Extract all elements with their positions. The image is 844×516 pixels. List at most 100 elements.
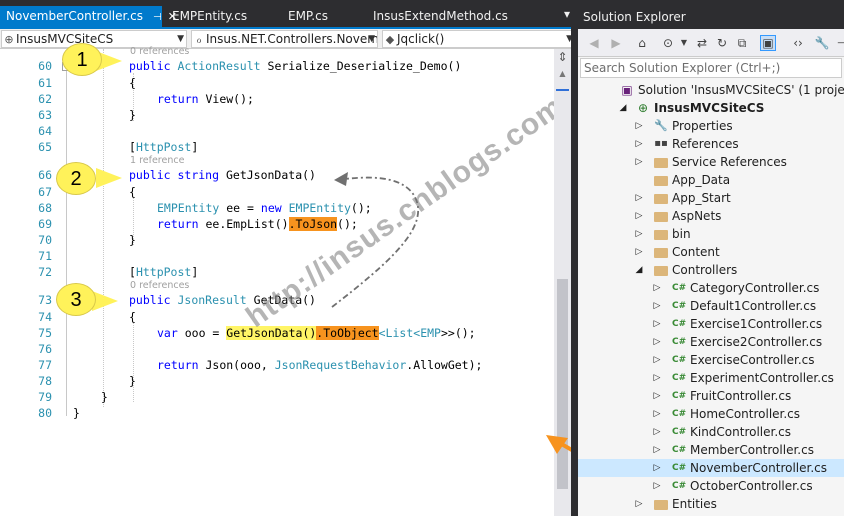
tree-item[interactable]: ▷ C# KindController.cs xyxy=(578,423,844,441)
view-code-icon[interactable]: ‹› xyxy=(790,35,806,51)
class-dropdown-value: Insus.NET.Controllers.Novem xyxy=(206,32,378,46)
home-icon[interactable]: ⌂ xyxy=(634,35,650,51)
tree-item[interactable]: App_Data xyxy=(578,171,844,189)
show-all-files-icon[interactable]: ▣ xyxy=(760,35,776,51)
pin-icon[interactable]: ⊣ xyxy=(153,12,162,23)
tree-item[interactable]: ▷ Service References xyxy=(578,153,844,171)
code-line-72: [HttpPost] xyxy=(129,265,199,279)
method-icon: ◆ xyxy=(385,33,395,46)
collapsed-chevron-icon[interactable]: ▷ xyxy=(652,315,662,333)
tree-item[interactable]: ▷ App_Start xyxy=(578,189,844,207)
tab-november-controller[interactable]: NovemberController.cs ⊣ ✕ xyxy=(0,6,177,27)
tree-item[interactable]: ▷ C# HomeController.cs xyxy=(578,405,844,423)
collapsed-chevron-icon[interactable]: ▷ xyxy=(634,243,644,261)
folder-icon xyxy=(654,500,668,510)
csharp-file-icon: C# xyxy=(672,373,687,383)
tree-item-label: OctoberController.cs xyxy=(690,479,813,493)
csharp-file-icon: C# xyxy=(672,481,687,491)
pin-icon[interactable]: ⊣ xyxy=(834,35,844,51)
collapsed-chevron-icon[interactable]: ▷ xyxy=(634,153,644,171)
split-editor-icon[interactable]: ⇕ xyxy=(556,51,569,63)
folder-icon xyxy=(654,158,668,168)
codelens-references[interactable]: 1 reference xyxy=(130,155,184,166)
tree-item[interactable]: ▷ ▪▪ References xyxy=(578,135,844,153)
chevron-down-icon: ▼ xyxy=(177,34,184,44)
refresh-icon[interactable]: ↻ xyxy=(714,35,730,51)
collapsed-chevron-icon[interactable]: ▷ xyxy=(652,279,662,297)
tree-item[interactable]: ▷ C# FruitController.cs xyxy=(578,387,844,405)
code-line-78: } xyxy=(129,374,136,388)
tree-item-label: Exercise1Controller.cs xyxy=(690,317,823,331)
expanded-chevron-icon[interactable]: ◢ xyxy=(634,261,644,279)
tree-item[interactable]: ▷ AspNets xyxy=(578,207,844,225)
properties-wrench-icon[interactable]: 🔧 xyxy=(814,35,830,51)
tree-item-label: HomeController.cs xyxy=(690,407,801,421)
code-editor[interactable]: 60 61 62 63 64 65 66 67 68 69 70 71 72 7… xyxy=(0,43,578,516)
tree-item[interactable]: ▣ Solution 'InsusMVCSiteCS' (1 project) xyxy=(578,81,844,99)
tree-item[interactable]: ▷ bin xyxy=(578,225,844,243)
collapsed-chevron-icon[interactable]: ▷ xyxy=(634,117,644,135)
folder-icon xyxy=(654,248,668,258)
collapsed-chevron-icon[interactable]: ▷ xyxy=(634,189,644,207)
tree-item[interactable]: ▷ C# ExperimentController.cs xyxy=(578,369,844,387)
scroll-up-icon[interactable]: ▲ xyxy=(554,69,571,81)
scroll-position-marker xyxy=(556,89,569,91)
code-line-66: public string GetJsonData() xyxy=(129,168,316,182)
tree-item[interactable]: ▷ C# MemberController.cs xyxy=(578,441,844,459)
solution-explorer-search-input[interactable]: Search Solution Explorer (Ctrl+;) xyxy=(580,58,842,78)
collapsed-chevron-icon[interactable]: ▷ xyxy=(634,495,644,513)
tree-item[interactable]: ▷ Content xyxy=(578,243,844,261)
member-dropdown[interactable]: ◆ Jqclick() ▼ xyxy=(382,30,576,48)
collapsed-chevron-icon[interactable]: ▷ xyxy=(652,297,662,315)
collapsed-chevron-icon[interactable]: ▷ xyxy=(652,441,662,459)
collapse-all-icon[interactable]: ⧉ xyxy=(734,35,750,51)
line-number: 62 xyxy=(38,92,52,106)
collapsed-chevron-icon[interactable]: ▷ xyxy=(652,387,662,405)
tree-item[interactable]: ▷ Entities xyxy=(578,495,844,513)
chevron-down-icon[interactable]: ▼ xyxy=(676,35,692,51)
collapsed-chevron-icon[interactable]: ▷ xyxy=(652,477,662,495)
collapsed-chevron-icon[interactable]: ▷ xyxy=(634,135,644,153)
class-dropdown[interactable]: ℴ Insus.NET.Controllers.Novem ▼ xyxy=(191,30,378,48)
collapsed-chevron-icon[interactable]: ▷ xyxy=(652,459,662,477)
code-line-60: public ActionResult Serialize_Deserializ… xyxy=(129,59,462,73)
collapsed-chevron-icon[interactable]: ▷ xyxy=(652,333,662,351)
tree-item[interactable]: ▷ C# OctoberController.cs xyxy=(578,477,844,495)
sync-icon[interactable]: ⇄ xyxy=(694,35,710,51)
tree-item[interactable]: ▷ 🔧 Properties xyxy=(578,117,844,135)
outline-guide xyxy=(66,71,67,416)
tree-item[interactable]: ▷ C# Exercise1Controller.cs xyxy=(578,315,844,333)
codelens-references[interactable]: 0 references xyxy=(130,46,189,57)
tree-item[interactable]: ▷ C# ExerciseController.cs xyxy=(578,351,844,369)
code-line-63: } xyxy=(129,108,136,122)
collapsed-chevron-icon[interactable]: ▷ xyxy=(634,225,644,243)
csharp-file-icon: C# xyxy=(672,409,687,419)
wrench-icon: 🔧 xyxy=(654,119,668,132)
tree-item-label: App_Data xyxy=(672,173,731,187)
tab-insus-extend-method[interactable]: InsusExtendMethod.cs xyxy=(367,6,508,27)
tree-item[interactable]: ▷ C# Exercise2Controller.cs xyxy=(578,333,844,351)
collapsed-chevron-icon[interactable]: ▷ xyxy=(652,369,662,387)
back-icon[interactable]: ◀ xyxy=(586,35,602,51)
tab-empentity[interactable]: EMPEntity.cs xyxy=(166,6,247,27)
collapsed-chevron-icon[interactable]: ▷ xyxy=(652,423,662,441)
folder-icon xyxy=(654,230,668,240)
tab-emp[interactable]: EMP.cs xyxy=(282,6,328,27)
tree-item[interactable]: ▷ C# CategoryController.cs xyxy=(578,279,844,297)
collapsed-chevron-icon[interactable]: ▷ xyxy=(652,405,662,423)
line-number: 64 xyxy=(38,124,52,138)
tree-item[interactable]: ◢ ⊕ InsusMVCSiteCS xyxy=(578,99,844,117)
tree-item[interactable]: ▷ C# NovemberController.cs xyxy=(578,459,844,477)
expanded-chevron-icon[interactable]: ◢ xyxy=(618,99,628,117)
forward-icon[interactable]: ▶ xyxy=(608,35,624,51)
tab-overflow-dropdown-icon[interactable]: ▾ xyxy=(564,7,570,21)
tree-item[interactable]: ▷ C# Default1Controller.cs xyxy=(578,297,844,315)
collapsed-chevron-icon[interactable]: ▷ xyxy=(652,351,662,369)
tree-item-label: ExperimentController.cs xyxy=(690,371,834,385)
collapsed-chevron-icon[interactable]: ▷ xyxy=(634,207,644,225)
codelens-references[interactable]: 0 references xyxy=(130,280,189,291)
pending-changes-icon[interactable]: ⊙ xyxy=(660,35,676,51)
panel-splitter[interactable] xyxy=(571,0,578,516)
tree-item-label: AspNets xyxy=(672,209,722,223)
tree-item[interactable]: ◢ Controllers xyxy=(578,261,844,279)
